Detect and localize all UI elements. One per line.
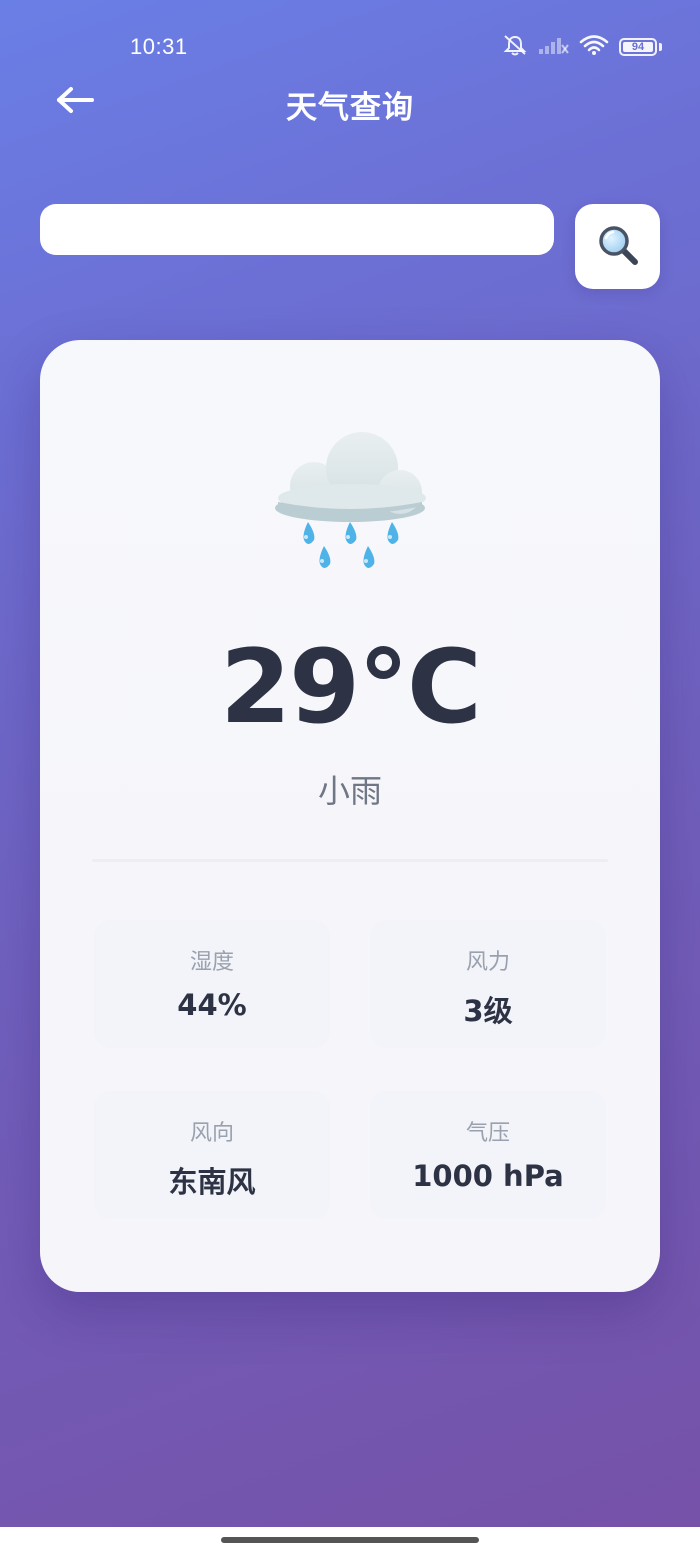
cloud-rain-icon — [272, 424, 432, 584]
home-bar[interactable] — [221, 1537, 479, 1543]
page-title: 天气查询 — [286, 90, 414, 126]
weather-card: 29°C 小雨 湿度 44% 风力 3级 风向 东南风 气压 1000 hPa — [40, 340, 660, 1292]
stat-value: 3级 — [463, 994, 513, 1028]
stat-label: 气压 — [465, 1121, 510, 1146]
home-indicator — [0, 1527, 700, 1555]
temperature: 29°C — [220, 628, 482, 747]
wifi-icon — [579, 34, 609, 60]
mute-icon — [501, 34, 529, 60]
stat-value: 1000 hPa — [412, 1159, 564, 1193]
divider — [92, 859, 608, 862]
status-time: 10:31 — [130, 34, 188, 59]
stat-label: 风力 — [465, 950, 510, 975]
stat-value: 东南风 — [168, 1165, 256, 1199]
stat-humidity: 湿度 44% — [94, 920, 330, 1048]
search-input[interactable] — [40, 204, 554, 255]
battery-level: 94 — [631, 41, 645, 53]
signal-icon — [539, 35, 569, 59]
search-button[interactable] — [575, 204, 660, 289]
status-icons: 94 — [501, 34, 662, 60]
magnifier-icon — [596, 223, 640, 271]
stat-value: 44% — [177, 988, 247, 1022]
stat-pressure: 气压 1000 hPa — [370, 1091, 606, 1219]
header: 天气查询 — [0, 70, 700, 134]
weather-condition: 小雨 — [317, 772, 382, 810]
status-bar: 10:31 94 — [0, 0, 700, 80]
battery-icon: 94 — [619, 38, 657, 56]
stat-label: 风向 — [189, 1121, 234, 1146]
stat-wind-force: 风力 3级 — [370, 920, 606, 1048]
stat-wind-direction: 风向 东南风 — [94, 1091, 330, 1219]
stat-label: 湿度 — [189, 950, 234, 975]
